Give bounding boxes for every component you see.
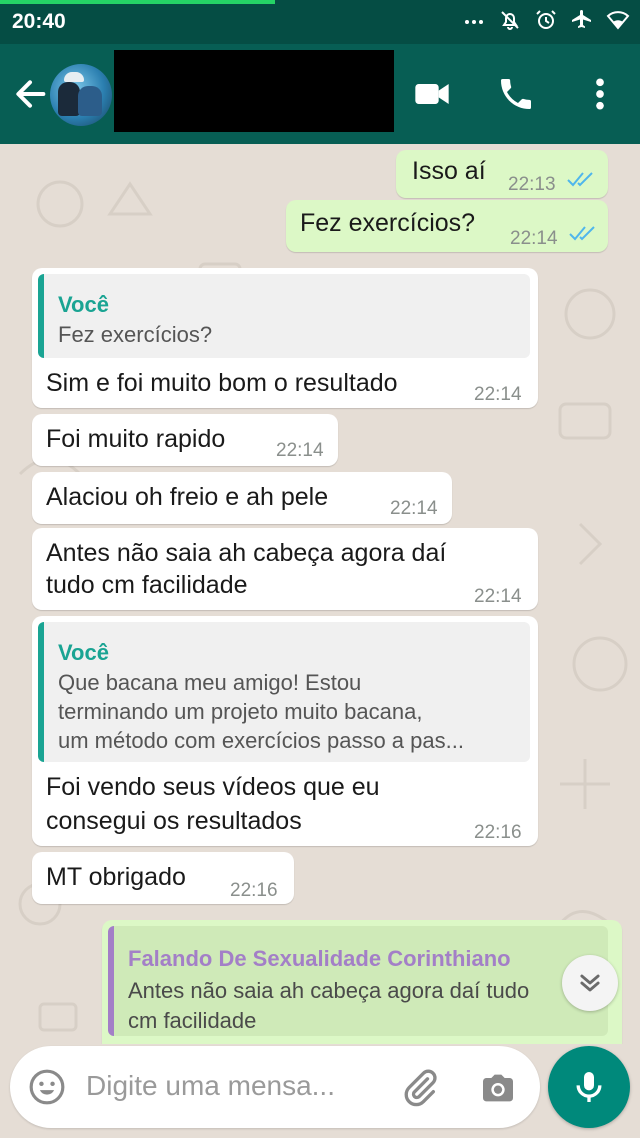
contact-avatar[interactable] xyxy=(50,64,112,126)
video-call-icon[interactable] xyxy=(412,74,452,114)
message-bubble-outgoing[interactable]: Falando De Sexualidade Corinthiano Antes… xyxy=(102,920,622,1044)
quoted-text: Fez exercícios? xyxy=(58,322,213,347)
message-text: Fez exercícios? xyxy=(300,209,476,237)
quoted-author: Falando De Sexualidade Corinthiano xyxy=(128,946,511,971)
quoted-text: cm facilidade xyxy=(128,1008,257,1033)
attach-icon[interactable] xyxy=(400,1068,440,1108)
read-ticks-icon xyxy=(569,226,595,241)
camera-icon[interactable] xyxy=(478,1068,518,1108)
quoted-text: Antes não saia ah cabeça agora daí tudo xyxy=(128,978,530,1003)
message-bubble-outgoing[interactable]: Fez exercícios? 22:14 xyxy=(286,200,608,252)
quoted-message[interactable]: Você Fez exercícios? xyxy=(38,274,530,358)
back-arrow-icon[interactable] xyxy=(10,74,50,114)
message-time: 22:13 xyxy=(508,174,556,195)
message-time: 22:14 xyxy=(510,228,558,249)
message-text: consegui os resultados xyxy=(46,807,302,835)
voice-call-icon[interactable] xyxy=(496,74,536,114)
more-dots-icon xyxy=(465,20,483,24)
quoted-text: um método com exercícios passo a pas... xyxy=(58,728,464,753)
quoted-text: Que bacana meu amigo! Estou xyxy=(58,670,362,695)
message-text: Isso aí xyxy=(412,157,486,185)
message-text: Foi vendo seus vídeos que eu xyxy=(46,773,380,801)
mic-button[interactable] xyxy=(548,1046,630,1128)
message-input[interactable]: Digite uma mensa... xyxy=(86,1070,335,1102)
double-chevron-down-icon xyxy=(580,974,600,992)
message-time: 22:14 xyxy=(276,440,324,461)
message-time: 22:14 xyxy=(474,384,522,405)
status-progress-bar xyxy=(0,0,275,4)
message-list[interactable]: Isso aí 22:13 Fez exercícios? 22:14 Você… xyxy=(0,144,640,1044)
quoted-author: Você xyxy=(58,292,109,317)
status-time: 20:40 xyxy=(12,10,66,33)
wifi-icon xyxy=(606,11,630,30)
quoted-message[interactable]: Falando De Sexualidade Corinthiano Antes… xyxy=(108,926,608,1036)
airplane-icon xyxy=(572,10,591,28)
message-text: Antes não saia ah cabeça agora daí xyxy=(46,539,447,567)
mute-icon xyxy=(501,11,519,30)
message-text: Sim e foi muito bom o resultado xyxy=(46,369,398,397)
status-icons xyxy=(462,8,630,32)
quoted-message[interactable]: Você Que bacana meu amigo! Estou termina… xyxy=(38,622,530,762)
chat-header xyxy=(0,44,640,144)
message-time: 22:14 xyxy=(474,586,522,607)
message-bubble-incoming[interactable]: Antes não saia ah cabeça agora daí tudo … xyxy=(32,528,538,610)
quoted-text: terminando um projeto muito bacana, xyxy=(58,699,423,724)
message-bubble-outgoing[interactable]: Isso aí 22:13 xyxy=(396,150,608,198)
message-bubble-incoming[interactable]: Alaciou oh freio e ah pele 22:14 xyxy=(32,472,452,524)
read-ticks-icon xyxy=(567,172,593,187)
scroll-to-bottom-button[interactable] xyxy=(562,955,618,1011)
message-time: 22:16 xyxy=(230,880,278,901)
contact-name-redacted[interactable] xyxy=(114,50,394,132)
message-bubble-incoming[interactable]: MT obrigado 22:16 xyxy=(32,852,294,904)
status-bar: 20:40 xyxy=(0,0,640,44)
message-text: Alaciou oh freio e ah pele xyxy=(46,483,329,511)
message-bubble-incoming[interactable]: Você Fez exercícios? Sim e foi muito bom… xyxy=(32,268,538,408)
message-bubble-incoming[interactable]: Foi muito rapido 22:14 xyxy=(32,414,338,466)
message-text: Foi muito rapido xyxy=(46,425,226,453)
emoji-icon[interactable] xyxy=(28,1068,66,1106)
message-time: 22:14 xyxy=(390,498,438,519)
quoted-author: Você xyxy=(58,640,109,665)
mic-icon xyxy=(576,1072,602,1102)
message-text: tudo cm facilidade xyxy=(46,571,248,599)
message-bubble-incoming[interactable]: Você Que bacana meu amigo! Estou termina… xyxy=(32,616,538,846)
overflow-menu-icon[interactable] xyxy=(580,74,620,114)
message-text: MT obrigado xyxy=(46,863,186,891)
message-time: 22:16 xyxy=(474,822,522,843)
message-composer[interactable]: Digite uma mensa... xyxy=(10,1046,540,1128)
alarm-icon xyxy=(536,10,556,29)
